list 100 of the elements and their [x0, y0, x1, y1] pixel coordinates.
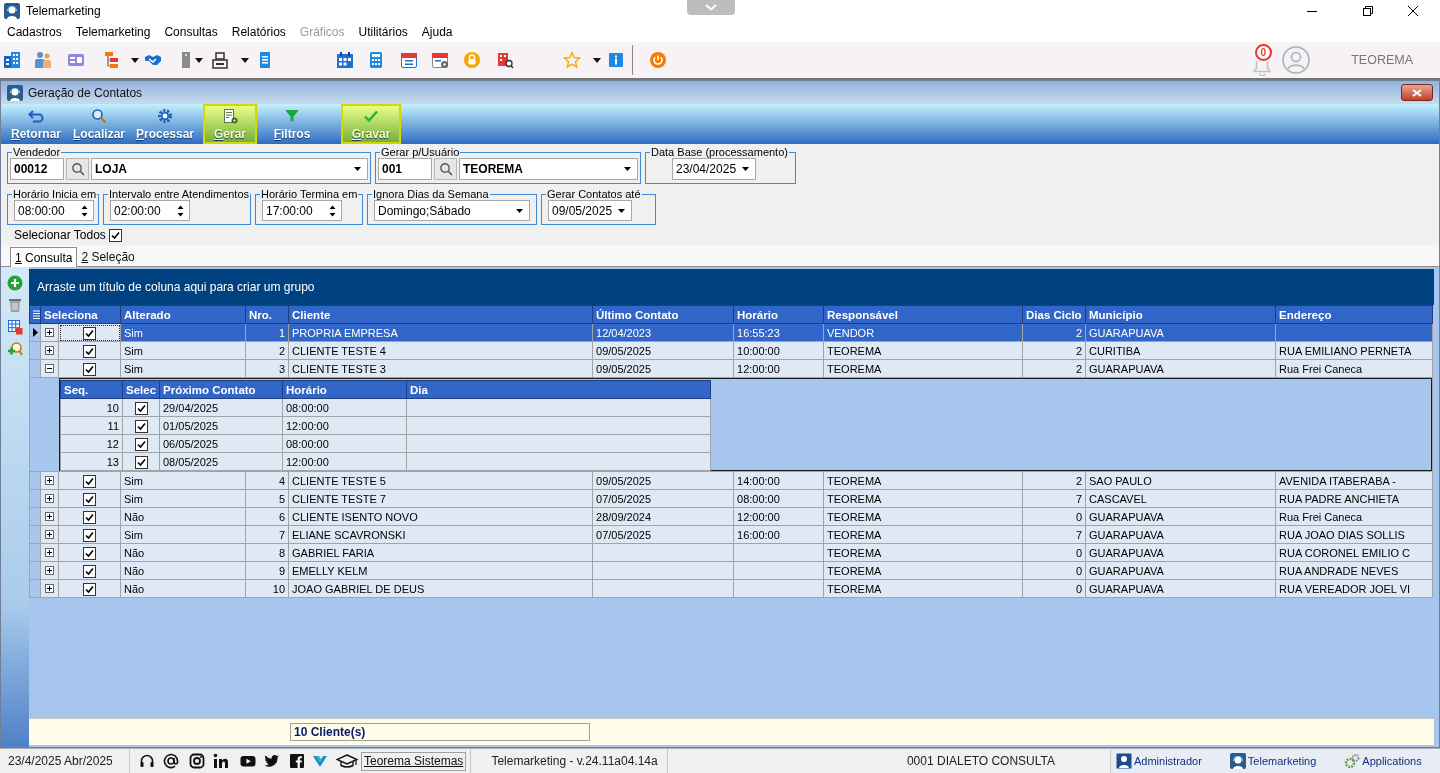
people-icon[interactable] [34, 51, 52, 69]
checkbox[interactable] [83, 475, 96, 489]
dropdown[interactable]: Domingo;Sábado [374, 200, 530, 221]
info-icon[interactable] [607, 51, 625, 69]
spin-arrows-icon[interactable] [81, 203, 88, 218]
checkbox[interactable] [134, 420, 148, 434]
date-picker[interactable]: 23/04/2025 [672, 158, 756, 180]
column-header[interactable]: Nro. [245, 305, 289, 324]
v-logo-icon[interactable] [312, 753, 328, 769]
checkbox[interactable] [83, 363, 96, 377]
plus-box-icon[interactable] [45, 548, 54, 557]
plus-box-icon[interactable] [45, 476, 54, 485]
list-icon[interactable] [33, 309, 40, 320]
hierarchy-icon[interactable] [103, 51, 121, 69]
checkbox[interactable] [134, 456, 148, 470]
cash-register-icon[interactable] [211, 51, 229, 69]
graduation-cap-icon[interactable] [336, 753, 358, 769]
website-link[interactable]: Teorema Sistemas [361, 751, 467, 771]
checkbox[interactable] [83, 529, 96, 543]
column-header[interactable]: Próximo Contato [159, 380, 283, 399]
star-icon[interactable] [563, 51, 581, 69]
close-button[interactable] [1401, 84, 1433, 101]
checkbox[interactable] [83, 345, 96, 359]
caret-down-icon[interactable] [241, 57, 249, 63]
dropdown[interactable]: TEOREMA [459, 158, 638, 180]
spin-arrows-icon[interactable] [329, 203, 336, 218]
facebook-icon[interactable] [289, 753, 305, 769]
calendar-icon[interactable] [400, 51, 418, 69]
grid-icon[interactable] [7, 319, 23, 335]
column-header[interactable]: Cliente [288, 305, 593, 324]
plus-box-icon[interactable] [45, 346, 54, 355]
caret-down-icon[interactable] [131, 57, 139, 63]
headset-icon[interactable] [139, 753, 155, 769]
menu-item[interactable]: Consultas [157, 23, 225, 41]
building-search-icon[interactable] [496, 51, 514, 69]
search-button[interactable] [66, 158, 89, 180]
search-plus-icon[interactable] [7, 341, 23, 357]
checkbox[interactable] [134, 438, 148, 452]
column-header[interactable]: Responsável [823, 305, 1023, 324]
taskbar-item[interactable]: Telemarketing [1229, 752, 1317, 770]
column-header[interactable]: Último Contato [592, 305, 734, 324]
dropdown[interactable]: LOJA [91, 158, 368, 180]
checkbox[interactable] [83, 493, 96, 507]
caret-down-icon[interactable] [195, 57, 203, 63]
checkbox[interactable] [83, 547, 96, 561]
column-header[interactable]: Seq. [60, 380, 123, 399]
id-card-icon[interactable] [67, 51, 85, 69]
menu-item[interactable]: Relatórios [224, 23, 293, 41]
code-field[interactable]: 001 [378, 158, 432, 180]
calendar-icon[interactable] [336, 51, 354, 69]
column-header[interactable]: Horário [733, 305, 824, 324]
calculator-icon[interactable] [367, 51, 385, 69]
column-header[interactable]: Seleciona [40, 305, 121, 324]
linkedin-icon[interactable] [213, 753, 229, 769]
column-header[interactable]: Horário [282, 380, 407, 399]
trash-icon[interactable] [7, 297, 23, 313]
plus-box-icon[interactable] [45, 584, 54, 593]
toolbar-button[interactable]: Localizar [70, 104, 128, 144]
column-header[interactable]: Endereço [1275, 305, 1433, 324]
menu-item[interactable]: Cadastros [0, 23, 69, 41]
time-spinner[interactable]: 17:00:00 [262, 200, 342, 221]
column-header[interactable]: Selec [122, 380, 160, 399]
plus-box-icon[interactable] [45, 328, 54, 337]
tab[interactable]: 2 Seleção [77, 248, 139, 266]
column-header[interactable]: Alterado [120, 305, 246, 324]
menu-item[interactable]: Telemarketing [68, 23, 158, 41]
date-picker[interactable]: 09/05/2025 [548, 200, 632, 221]
code-field[interactable]: 00012 [10, 158, 64, 180]
restore-icon[interactable] [1363, 6, 1373, 16]
minus-box-icon[interactable] [45, 364, 54, 373]
taskbar-item[interactable]: Applications [1344, 752, 1422, 770]
plus-box-icon[interactable] [45, 494, 54, 503]
column-header[interactable]: Dias Ciclo [1022, 305, 1086, 324]
checkbox[interactable] [83, 565, 96, 579]
time-spinner[interactable]: 02:00:00 [110, 200, 190, 221]
calendar-gear-icon[interactable] [431, 51, 449, 69]
time-spinner[interactable]: 08:00:00 [14, 200, 94, 221]
menu-item[interactable]: Ajuda [414, 23, 460, 41]
instagram-icon[interactable] [189, 753, 205, 769]
tab[interactable]: 1 Consulta [10, 247, 78, 267]
column-header[interactable]: Dia [406, 380, 711, 399]
checkbox[interactable] [108, 228, 122, 242]
taskbar-item[interactable]: Administrador [1116, 752, 1202, 770]
menu-item[interactable]: Utilitários [351, 23, 415, 41]
at-sign-icon[interactable] [163, 753, 179, 769]
checkbox[interactable] [83, 511, 96, 525]
column-header[interactable]: Município [1085, 305, 1276, 324]
plus-box-icon[interactable] [45, 512, 54, 521]
close-icon[interactable] [1408, 6, 1418, 16]
search-button[interactable] [434, 158, 457, 180]
caret-down-icon[interactable] [593, 57, 601, 63]
power-icon[interactable] [649, 51, 667, 69]
add-icon[interactable] [7, 275, 23, 291]
twitter-icon[interactable] [264, 753, 280, 769]
checkbox[interactable] [83, 327, 96, 341]
plus-box-icon[interactable] [45, 530, 54, 539]
plus-box-icon[interactable] [45, 566, 54, 575]
spin-arrows-icon[interactable] [177, 203, 184, 218]
building-icon[interactable] [3, 51, 21, 69]
youtube-icon[interactable] [240, 753, 256, 769]
